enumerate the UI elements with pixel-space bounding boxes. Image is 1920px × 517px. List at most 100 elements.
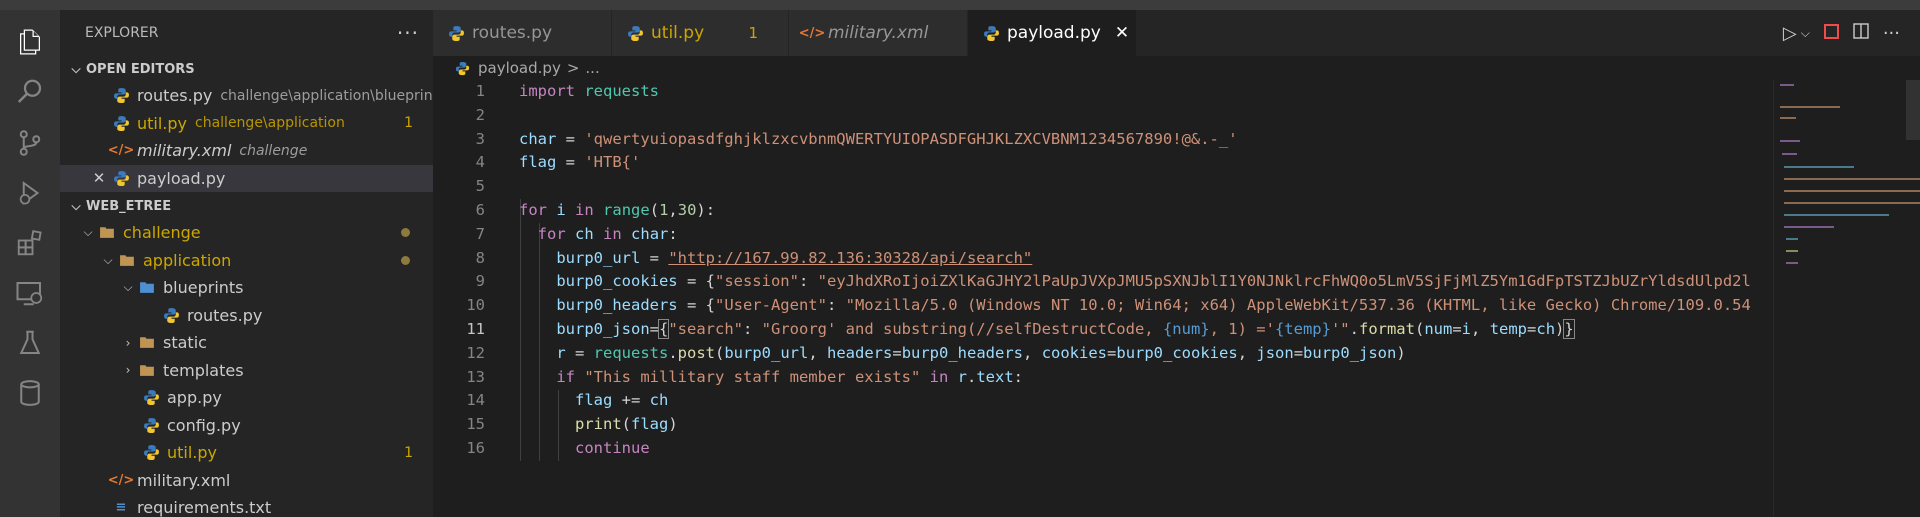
search-icon[interactable] bbox=[10, 72, 50, 112]
folder-open-icon bbox=[98, 224, 116, 242]
code-line: 13 if "This millitary staff member exist… bbox=[466, 367, 1024, 386]
tree-file[interactable]: util.py 1 bbox=[60, 439, 433, 467]
open-editor-item[interactable]: routes.py challenge\application\blueprin… bbox=[60, 82, 433, 110]
code-line: 10 burp0_headers = {"User-Agent": "Mozil… bbox=[466, 296, 1751, 315]
modified-dot bbox=[401, 228, 410, 238]
chevron-right-icon: › bbox=[125, 335, 131, 350]
explorer-icon[interactable] bbox=[10, 22, 50, 62]
folder-open-icon bbox=[138, 279, 156, 297]
more-actions-button[interactable]: ··· bbox=[397, 21, 419, 45]
code-line: 7 for ch in char: bbox=[475, 224, 678, 243]
python-file-icon bbox=[162, 306, 180, 324]
tree-file[interactable]: app.py bbox=[60, 384, 433, 412]
python-file-icon bbox=[142, 389, 160, 407]
chevron-down-icon[interactable]: ⌵ bbox=[1801, 26, 1810, 41]
open-editor-item[interactable]: </> military.xml challenge bbox=[60, 137, 433, 165]
tab-military-xml[interactable]: </> military.xml bbox=[789, 10, 968, 56]
python-file-icon bbox=[112, 169, 130, 187]
minimap[interactable] bbox=[1773, 80, 1920, 517]
tree-folder[interactable]: › templates bbox=[60, 357, 433, 385]
python-file-icon bbox=[447, 24, 465, 42]
close-icon[interactable]: ✕ bbox=[90, 169, 108, 187]
scrollbar[interactable] bbox=[1906, 80, 1920, 140]
extensions-icon[interactable] bbox=[10, 223, 50, 263]
tree-file[interactable]: ≡ requirements.txt bbox=[60, 494, 433, 517]
remote-explorer-icon[interactable] bbox=[10, 273, 50, 313]
requirements-file-icon: ≡ bbox=[115, 500, 127, 516]
editor-area: routes.py util.py 1 </> military.xml pay… bbox=[433, 10, 1920, 517]
explorer-header: EXPLORER ··· bbox=[60, 10, 433, 56]
code-line: 16 continue bbox=[466, 438, 650, 457]
explorer-sidebar: EXPLORER ··· ⌵ OPEN EDITORS routes.py ch… bbox=[60, 10, 433, 517]
code-editor[interactable]: 1 import requests 2 3 char = 'qwertyuiopas… bbox=[433, 80, 1773, 517]
python-file-icon bbox=[142, 416, 160, 434]
breadcrumb-separator: > bbox=[566, 59, 580, 77]
problem-count-badge: 1 bbox=[748, 24, 758, 42]
problem-count-badge: 1 bbox=[404, 444, 413, 461]
stop-icon[interactable] bbox=[1823, 23, 1839, 44]
close-icon[interactable]: ✕ bbox=[1115, 23, 1129, 43]
code-line: 4 flag = 'HTB{' bbox=[475, 153, 641, 172]
tab-util-py[interactable]: util.py 1 bbox=[612, 10, 789, 56]
xml-file-icon: </> bbox=[107, 143, 135, 159]
code-line: 3 char = 'qwertyuiopasdfghjklzxcvbnmQWERT… bbox=[475, 129, 1238, 148]
python-file-icon bbox=[626, 24, 644, 42]
code-line: 8 burp0_url = "http://167.99.82.136:3032… bbox=[475, 248, 1033, 267]
breadcrumb-symbol[interactable]: ... bbox=[585, 59, 599, 77]
workspace-header[interactable]: ⌵ WEB_ETREE bbox=[60, 193, 433, 219]
code-line: 9 burp0_cookies = {"session": "eyJhdXRoI… bbox=[475, 272, 1751, 291]
chevron-down-icon: ⌵ bbox=[103, 252, 113, 267]
tree-folder[interactable]: ⌵ challenge bbox=[60, 219, 433, 247]
python-file-icon bbox=[453, 59, 471, 77]
open-editor-item-active[interactable]: ✕ payload.py bbox=[60, 164, 433, 192]
python-file-icon bbox=[112, 114, 130, 132]
database-icon[interactable] bbox=[10, 373, 50, 413]
run-icon[interactable]: ▷ bbox=[1783, 23, 1797, 44]
python-file-icon bbox=[142, 444, 160, 462]
testing-icon[interactable] bbox=[10, 323, 50, 363]
tree-file[interactable]: routes.py bbox=[60, 302, 433, 330]
python-file-icon bbox=[112, 87, 130, 105]
python-file-icon bbox=[982, 24, 1000, 42]
chevron-down-icon: ⌵ bbox=[71, 61, 81, 76]
code-line: 2 bbox=[475, 105, 485, 124]
tab-routes-py[interactable]: routes.py bbox=[433, 10, 612, 56]
code-line: 5 bbox=[475, 177, 485, 196]
editor-actions: ▷ ⌵ ··· bbox=[1783, 10, 1920, 56]
breadcrumb: payload.py > ... bbox=[433, 56, 1920, 80]
xml-file-icon: </> bbox=[107, 472, 135, 488]
tree-folder[interactable]: › static bbox=[60, 329, 433, 357]
folder-open-icon bbox=[118, 251, 136, 269]
explorer-title: EXPLORER bbox=[85, 25, 159, 41]
tree-file[interactable]: config.py bbox=[60, 412, 433, 440]
activity-bar bbox=[0, 10, 60, 517]
source-control-icon[interactable] bbox=[10, 123, 50, 163]
code-line: 12 r = requests.post(burp0_url, headers=… bbox=[466, 343, 1406, 362]
tree-folder[interactable]: ⌵ blueprints bbox=[60, 274, 433, 302]
breadcrumb-file[interactable]: payload.py bbox=[478, 59, 561, 77]
folder-icon bbox=[138, 334, 156, 352]
open-editor-item[interactable]: util.py challenge\application 1 bbox=[60, 110, 433, 138]
run-debug-icon[interactable] bbox=[10, 173, 50, 213]
tree-file[interactable]: </> military.xml bbox=[60, 467, 433, 495]
split-editor-icon[interactable] bbox=[1853, 22, 1869, 44]
code-line: 15 print(flag) bbox=[466, 415, 678, 434]
chevron-right-icon: › bbox=[125, 363, 131, 378]
title-bar bbox=[0, 0, 1920, 10]
chevron-down-icon: ⌵ bbox=[71, 198, 81, 213]
folder-icon bbox=[138, 361, 156, 379]
modified-dot bbox=[401, 255, 410, 265]
code-line: 6 for i in range(1,30): bbox=[475, 200, 716, 219]
xml-file-icon: </> bbox=[798, 25, 826, 41]
problem-count-badge: 1 bbox=[404, 115, 413, 132]
chevron-down-icon: ⌵ bbox=[123, 280, 133, 295]
code-line-current: 11 burp0_json={"search": "Groorg' and su… bbox=[466, 318, 1575, 339]
more-actions-icon[interactable]: ··· bbox=[1883, 23, 1900, 44]
open-editors-header[interactable]: ⌵ OPEN EDITORS bbox=[60, 56, 433, 82]
tab-bar: routes.py util.py 1 </> military.xml pay… bbox=[433, 10, 1920, 56]
tree-folder[interactable]: ⌵ application bbox=[60, 247, 433, 275]
code-line: 14 flag += ch bbox=[466, 391, 669, 410]
chevron-down-icon: ⌵ bbox=[83, 225, 93, 240]
code-line: 1 import requests bbox=[475, 82, 659, 100]
tab-payload-py[interactable]: payload.py ✕ bbox=[968, 10, 1137, 56]
